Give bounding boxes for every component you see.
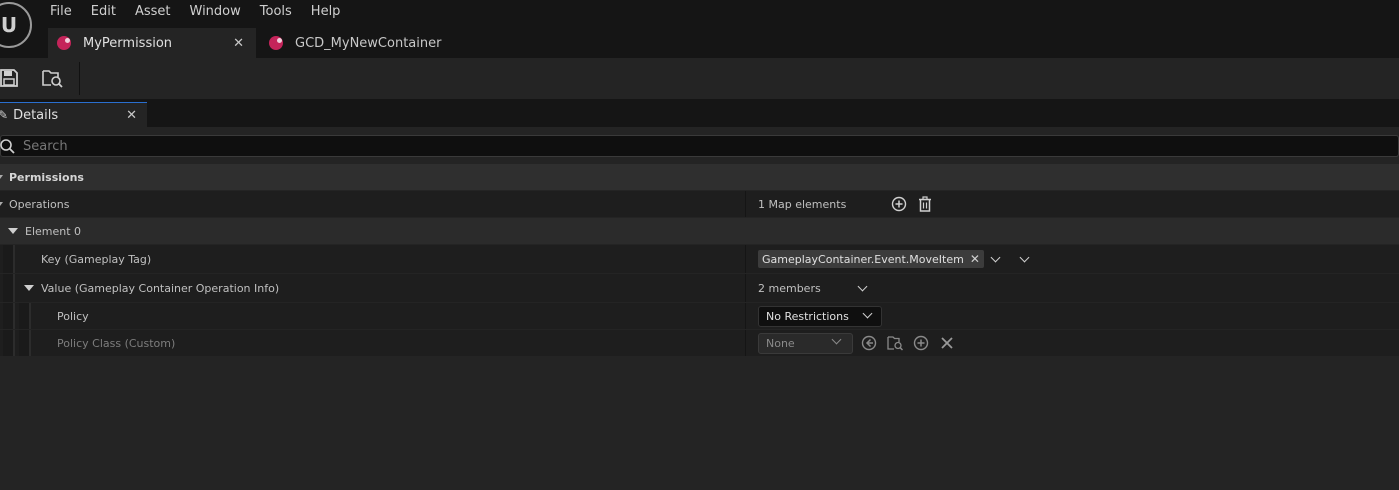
property-label: Operations xyxy=(9,197,70,211)
remove-tag-icon[interactable]: ✕ xyxy=(970,252,980,266)
folder-search-icon xyxy=(887,336,903,351)
indent-gutter xyxy=(3,274,15,302)
folder-search-icon xyxy=(42,70,63,88)
add-circle-icon xyxy=(892,196,907,212)
menu-edit[interactable]: Edit xyxy=(91,4,116,20)
clear-elements-button[interactable] xyxy=(917,196,933,212)
pencil-icon: ✎ xyxy=(0,108,9,122)
collapse-arrow-icon[interactable] xyxy=(0,175,3,179)
property-label: Policy Class (Custom) xyxy=(57,336,176,350)
search-input[interactable] xyxy=(23,138,623,154)
close-icon xyxy=(941,337,953,349)
browse-button[interactable] xyxy=(887,335,903,351)
toolbar-separator xyxy=(79,62,80,95)
property-label: Element 0 xyxy=(25,224,82,238)
collapse-arrow-icon[interactable] xyxy=(24,285,34,291)
indent-gutter xyxy=(3,330,15,356)
data-asset-icon xyxy=(269,36,283,50)
property-value: 2 members xyxy=(758,281,868,295)
struct-summary: 2 members xyxy=(758,281,821,295)
property-row-key: Key (Gameplay Tag) GameplayContainer.Eve… xyxy=(0,245,1399,273)
policy-class-dropdown[interactable]: None xyxy=(758,332,853,354)
policy-selected: No Restrictions xyxy=(766,309,849,323)
indent-gutter xyxy=(19,303,31,329)
property-label: Key (Gameplay Tag) xyxy=(41,252,152,266)
policy-class-selected: None xyxy=(766,336,795,350)
panel-title: Details xyxy=(13,107,59,123)
save-button[interactable] xyxy=(0,67,20,89)
chevron-down-icon[interactable] xyxy=(1019,252,1030,262)
gameplay-tag-chip[interactable]: GameplayContainer.Event.MoveItem ✕ xyxy=(758,250,984,268)
close-icon[interactable]: ✕ xyxy=(233,36,244,51)
property-label: Policy xyxy=(57,309,89,323)
chevron-down-icon xyxy=(831,334,842,344)
tag-menu-chevron-icon[interactable] xyxy=(990,252,1001,262)
search-icon xyxy=(0,139,15,154)
unreal-logo-icon[interactable]: U xyxy=(0,2,32,48)
data-asset-icon xyxy=(57,36,71,50)
map-summary: 1 Map elements xyxy=(758,197,847,211)
property-value: GameplayContainer.Event.MoveItem ✕ xyxy=(758,250,1030,268)
browse-to-asset-button[interactable] xyxy=(42,67,64,89)
trash-icon xyxy=(919,196,932,212)
menu-bar: File Edit Asset Window Tools Help xyxy=(50,4,359,20)
indent-gutter xyxy=(3,303,15,329)
column-divider[interactable] xyxy=(745,191,746,217)
property-row-policy: Policy No Restrictions xyxy=(0,303,1399,329)
category-label: Permissions xyxy=(9,170,84,184)
column-divider[interactable] xyxy=(745,274,746,302)
column-divider[interactable] xyxy=(745,303,746,329)
property-label: Value (Gameplay Container Operation Info… xyxy=(41,281,280,295)
property-row-value: Value (Gameplay Container Operation Info… xyxy=(0,274,1399,302)
menu-file[interactable]: File xyxy=(50,4,72,20)
property-value: None xyxy=(758,332,955,354)
tab-label: GCD_MyNewContainer xyxy=(295,35,442,51)
menu-window[interactable]: Window xyxy=(190,4,241,20)
tab-gcd-mynewcontainer[interactable]: GCD_MyNewContainer xyxy=(260,28,460,58)
property-row-operations: Operations 1 Map elements xyxy=(0,191,1399,217)
add-circle-icon xyxy=(913,335,929,351)
chevron-down-icon xyxy=(862,308,873,318)
column-divider[interactable] xyxy=(745,330,746,356)
tab-label: MyPermission xyxy=(83,35,173,51)
panel-tab-bar: ✎ Details ✕ xyxy=(0,99,1399,127)
tag-label: GameplayContainer.Event.MoveItem xyxy=(762,252,964,266)
menu-help[interactable]: Help xyxy=(311,4,341,20)
property-value: 1 Map elements xyxy=(758,196,933,212)
create-new-button[interactable] xyxy=(913,335,929,351)
property-row-element-0[interactable]: Element 0 xyxy=(0,218,1399,244)
tab-mypermission[interactable]: MyPermission ✕ xyxy=(48,28,256,58)
indent-gutter xyxy=(19,330,31,356)
add-element-button[interactable] xyxy=(891,196,907,212)
category-permissions[interactable]: Permissions xyxy=(0,164,1399,190)
asset-toolbar xyxy=(0,58,1399,99)
menu-asset[interactable]: Asset xyxy=(135,4,171,20)
expand-arrow-icon[interactable] xyxy=(0,202,3,206)
use-selected-button[interactable] xyxy=(861,335,877,351)
property-value: No Restrictions xyxy=(758,305,882,327)
save-icon xyxy=(0,69,18,87)
chevron-down-icon[interactable] xyxy=(857,281,868,291)
column-divider[interactable] xyxy=(745,245,746,273)
tab-details[interactable]: ✎ Details ✕ xyxy=(0,102,147,127)
property-row-policy-class: Policy Class (Custom) None xyxy=(0,330,1399,356)
clear-button[interactable] xyxy=(939,335,955,351)
close-icon[interactable]: ✕ xyxy=(126,108,137,123)
details-panel: Permissions Operations 1 Map elements xyxy=(0,127,1399,490)
search-box xyxy=(0,135,1399,157)
collapse-arrow-icon[interactable] xyxy=(8,228,18,234)
indent-gutter xyxy=(3,245,15,273)
policy-dropdown[interactable]: No Restrictions xyxy=(758,305,882,327)
use-selected-arrow-icon xyxy=(861,335,877,351)
menu-tools[interactable]: Tools xyxy=(260,4,292,20)
title-bar: U File Edit Asset Window Tools Help MyPe… xyxy=(0,0,1399,58)
